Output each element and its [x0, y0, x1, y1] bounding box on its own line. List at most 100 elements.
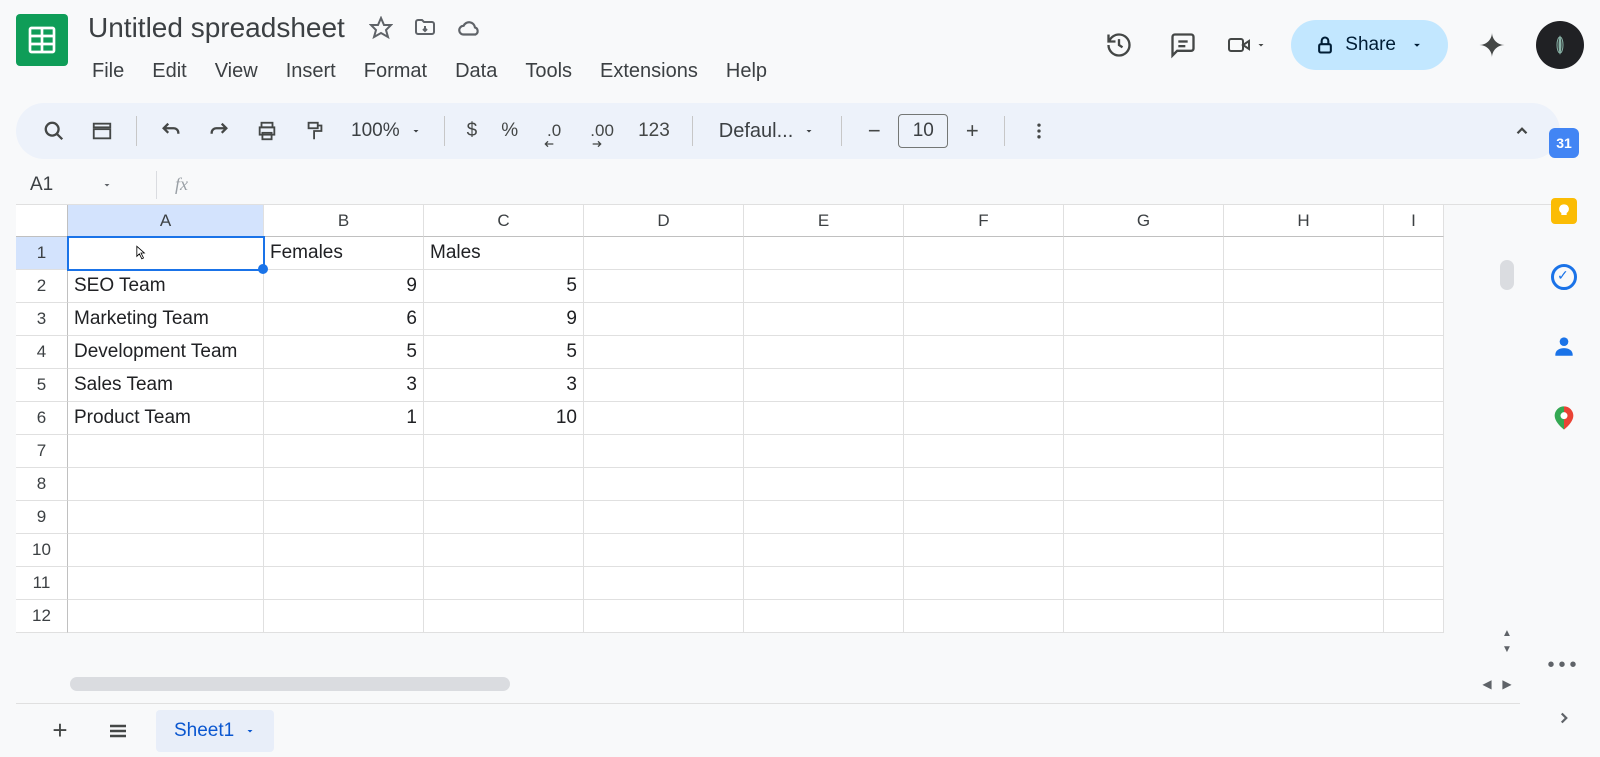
cell-D8[interactable] — [584, 468, 744, 501]
cell-C8[interactable] — [424, 468, 584, 501]
cell-I1[interactable] — [1384, 237, 1444, 270]
cell-D10[interactable] — [584, 534, 744, 567]
vertical-scrollbar[interactable] — [1500, 260, 1514, 290]
cell-B5[interactable]: 3 — [264, 369, 424, 402]
cell-B12[interactable] — [264, 600, 424, 633]
cell-D5[interactable] — [584, 369, 744, 402]
cell-E2[interactable] — [744, 270, 904, 303]
cell-B4[interactable]: 5 — [264, 336, 424, 369]
horizontal-scroll-arrows[interactable]: ◀▶ — [1478, 677, 1516, 691]
cell-B3[interactable]: 6 — [264, 303, 424, 336]
cell-E12[interactable] — [744, 600, 904, 633]
cell-B10[interactable] — [264, 534, 424, 567]
zoom-select[interactable]: 100% — [343, 120, 430, 142]
cell-E3[interactable] — [744, 303, 904, 336]
menus-icon[interactable] — [82, 111, 122, 151]
menu-file[interactable]: File — [80, 54, 136, 89]
cell-F4[interactable] — [904, 336, 1064, 369]
menu-tools[interactable]: Tools — [513, 54, 584, 89]
increase-decimal-button[interactable]: .00 — [582, 111, 622, 151]
select-all-corner[interactable] — [16, 205, 68, 237]
cell-G8[interactable] — [1064, 468, 1224, 501]
cell-E10[interactable] — [744, 534, 904, 567]
menu-extensions[interactable]: Extensions — [588, 54, 710, 89]
cell-E9[interactable] — [744, 501, 904, 534]
cell-E6[interactable] — [744, 402, 904, 435]
cell-C7[interactable] — [424, 435, 584, 468]
cell-B2[interactable]: 9 — [264, 270, 424, 303]
cell-F6[interactable] — [904, 402, 1064, 435]
column-header-C[interactable]: C — [424, 205, 584, 237]
move-icon[interactable] — [409, 12, 441, 44]
cell-A2[interactable]: SEO Team — [68, 270, 264, 303]
cell-D2[interactable] — [584, 270, 744, 303]
star-icon[interactable] — [365, 12, 397, 44]
cell-F5[interactable] — [904, 369, 1064, 402]
fill-handle[interactable] — [258, 264, 268, 274]
cell-E1[interactable] — [744, 237, 904, 270]
cell-I8[interactable] — [1384, 468, 1444, 501]
row-header-9[interactable]: 9 — [16, 501, 68, 534]
menu-insert[interactable]: Insert — [274, 54, 348, 89]
percent-button[interactable]: % — [493, 120, 526, 142]
more-tools-icon[interactable] — [1019, 111, 1059, 151]
cell-A3[interactable]: Marketing Team — [68, 303, 264, 336]
row-header-10[interactable]: 10 — [16, 534, 68, 567]
meet-button[interactable] — [1227, 25, 1267, 65]
menu-format[interactable]: Format — [352, 54, 439, 89]
cell-H1[interactable] — [1224, 237, 1384, 270]
cell-D3[interactable] — [584, 303, 744, 336]
menu-data[interactable]: Data — [443, 54, 509, 89]
menu-view[interactable]: View — [203, 54, 270, 89]
cell-H6[interactable] — [1224, 402, 1384, 435]
gemini-icon[interactable] — [1472, 25, 1512, 65]
cell-B11[interactable] — [264, 567, 424, 600]
cell-D1[interactable] — [584, 237, 744, 270]
calendar-icon[interactable]: 31 — [1549, 128, 1579, 158]
share-button[interactable]: Share — [1291, 20, 1448, 70]
cell-G12[interactable] — [1064, 600, 1224, 633]
cell-C4[interactable]: 5 — [424, 336, 584, 369]
cell-H3[interactable] — [1224, 303, 1384, 336]
cell-F3[interactable] — [904, 303, 1064, 336]
number-format-button[interactable]: 123 — [630, 120, 678, 142]
undo-icon[interactable] — [151, 111, 191, 151]
font-select[interactable]: Defaul... — [707, 120, 827, 143]
column-header-H[interactable]: H — [1224, 205, 1384, 237]
cloud-status-icon[interactable] — [453, 12, 485, 44]
cell-F9[interactable] — [904, 501, 1064, 534]
cell-E11[interactable] — [744, 567, 904, 600]
keep-icon[interactable] — [1551, 198, 1577, 224]
cell-C11[interactable] — [424, 567, 584, 600]
vertical-scroll-arrows[interactable]: ▲▼ — [1500, 625, 1514, 657]
tasks-icon[interactable] — [1551, 264, 1577, 290]
cell-I11[interactable] — [1384, 567, 1444, 600]
decrease-font-button[interactable]: − — [856, 113, 892, 149]
cell-F12[interactable] — [904, 600, 1064, 633]
increase-font-button[interactable]: + — [954, 113, 990, 149]
print-icon[interactable] — [247, 111, 287, 151]
row-header-7[interactable]: 7 — [16, 435, 68, 468]
row-header-11[interactable]: 11 — [16, 567, 68, 600]
row-header-5[interactable]: 5 — [16, 369, 68, 402]
add-sheet-button[interactable]: + — [40, 711, 80, 751]
cell-H5[interactable] — [1224, 369, 1384, 402]
cell-A1[interactable] — [68, 237, 264, 270]
cell-C2[interactable]: 5 — [424, 270, 584, 303]
contacts-icon[interactable] — [1548, 330, 1580, 362]
cell-I4[interactable] — [1384, 336, 1444, 369]
all-sheets-button[interactable] — [98, 711, 138, 751]
cell-F7[interactable] — [904, 435, 1064, 468]
more-addons-icon[interactable]: ••• — [1547, 654, 1580, 677]
cell-C9[interactable] — [424, 501, 584, 534]
cell-A6[interactable]: Product Team — [68, 402, 264, 435]
cell-E4[interactable] — [744, 336, 904, 369]
cell-G2[interactable] — [1064, 270, 1224, 303]
cell-A5[interactable]: Sales Team — [68, 369, 264, 402]
column-header-B[interactable]: B — [264, 205, 424, 237]
cell-F11[interactable] — [904, 567, 1064, 600]
redo-icon[interactable] — [199, 111, 239, 151]
cell-I3[interactable] — [1384, 303, 1444, 336]
hide-side-panel-icon[interactable] — [1555, 709, 1573, 727]
search-icon[interactable] — [34, 111, 74, 151]
